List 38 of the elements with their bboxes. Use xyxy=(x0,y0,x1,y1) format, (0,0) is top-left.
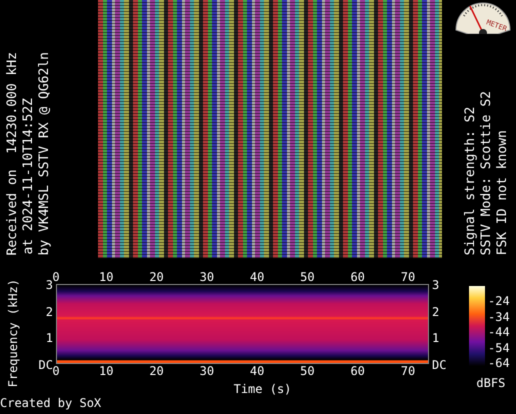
tick-label: 1 xyxy=(44,331,54,346)
tick-label: -64 xyxy=(487,356,511,370)
caption-text: by VK4MSL SSTV RX @ QG62ln xyxy=(38,52,52,257)
tick-label: 30 xyxy=(198,270,216,284)
axis-label: Time (s) xyxy=(232,382,292,396)
tick-label: 10 xyxy=(98,270,114,284)
tick-label: 60 xyxy=(349,270,366,284)
tick-label: 50 xyxy=(299,270,316,284)
axis-label: Frequency (kHz) xyxy=(6,278,20,388)
tick-label: 10 xyxy=(98,364,114,378)
tick-label: 60 xyxy=(349,364,366,378)
tick-label: 3 xyxy=(44,278,53,292)
tick-label: 30 xyxy=(198,364,216,378)
footer-text: Created by SoX xyxy=(0,396,102,410)
caption-text: Received on 14230.000 kHz xyxy=(6,52,20,257)
tick-label: 3 xyxy=(431,278,440,292)
tick-label: 40 xyxy=(248,270,266,284)
tick-label: 70 xyxy=(400,270,416,284)
tick-label: 20 xyxy=(148,364,165,378)
status-text: SSTV Mode: Scottie S2 xyxy=(480,90,494,257)
status-text: Signal strength: S2 xyxy=(464,105,478,257)
tick-label: 40 xyxy=(248,364,266,378)
unit-label: dBFS xyxy=(476,376,506,390)
tick-label: -44 xyxy=(487,325,511,339)
tick-label: 20 xyxy=(148,270,165,284)
tick-label: 2 xyxy=(44,304,54,319)
tick-label: DC xyxy=(38,358,53,372)
tick-label: 2 xyxy=(431,304,440,319)
tick-label: DC xyxy=(431,358,448,372)
tick-label: -54 xyxy=(487,340,511,354)
tick-label: -24 xyxy=(487,294,511,308)
caption-text: at 2024-11-10T14:52Z xyxy=(22,98,36,257)
tick-label: -34 xyxy=(487,310,511,324)
status-text: FSK ID not known xyxy=(496,128,510,257)
tick-label: 0 xyxy=(52,270,61,284)
tick-label: 1 xyxy=(431,331,440,346)
tick-label: 50 xyxy=(299,364,316,378)
tick-label: 70 xyxy=(400,364,416,378)
